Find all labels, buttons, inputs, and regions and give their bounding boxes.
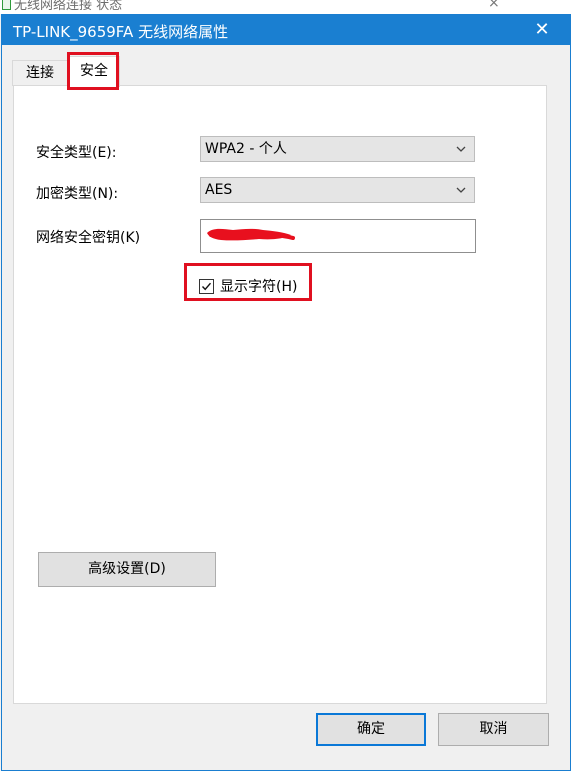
network-key-input[interactable] xyxy=(200,219,476,253)
cancel-button[interactable]: 取消 xyxy=(438,713,549,746)
wireless-properties-dialog: TP-LINK_9659FA 无线网络属性 ✕ 连接 安全 安全类型(E): W… xyxy=(1,14,571,771)
encryption-type-select[interactable]: AES xyxy=(200,177,475,203)
background-window: 无线网络连接 状态 × xyxy=(0,0,572,14)
security-type-select[interactable]: WPA2 - 个人 xyxy=(200,136,475,162)
background-window-title: 无线网络连接 状态 xyxy=(14,0,123,13)
chevron-down-icon xyxy=(454,181,468,199)
dialog-title: TP-LINK_9659FA 无线网络属性 xyxy=(13,23,229,41)
annotation-box-show-characters xyxy=(184,263,312,301)
security-tab-panel: 安全类型(E): WPA2 - 个人 加密类型(N): AES 网络安全密钥(K… xyxy=(13,85,547,704)
advanced-settings-button[interactable]: 高级设置(D) xyxy=(38,552,216,587)
background-close-icon[interactable]: × xyxy=(488,0,500,11)
security-type-label: 安全类型(E): xyxy=(36,145,117,161)
dialog-titlebar[interactable]: TP-LINK_9659FA 无线网络属性 ✕ xyxy=(2,15,570,45)
security-type-value: WPA2 - 个人 xyxy=(205,141,287,157)
chevron-down-icon xyxy=(454,140,468,158)
encryption-type-value: AES xyxy=(205,182,233,198)
close-icon[interactable]: ✕ xyxy=(522,15,562,45)
network-status-icon xyxy=(2,0,11,10)
ok-button[interactable]: 确定 xyxy=(316,713,426,746)
redaction-scribble xyxy=(203,223,299,249)
annotation-box-security-tab xyxy=(67,52,119,90)
tab-connection[interactable]: 连接 xyxy=(12,60,68,86)
encryption-type-label: 加密类型(N): xyxy=(36,186,119,202)
network-key-label: 网络安全密钥(K) xyxy=(36,230,141,246)
